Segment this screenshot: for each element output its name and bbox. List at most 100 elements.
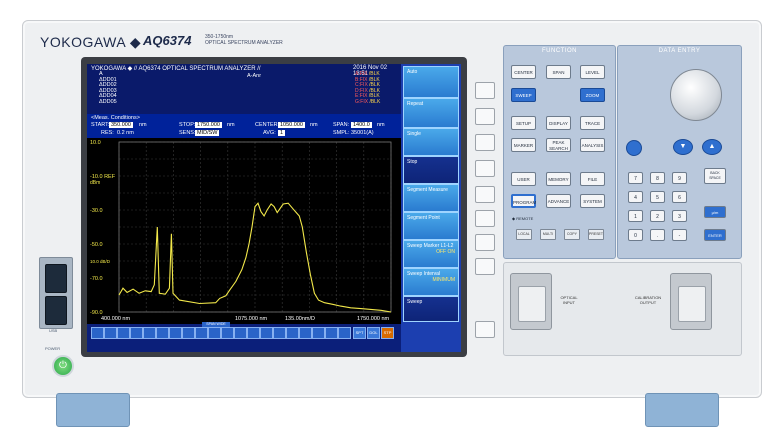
numkey-3[interactable]: 3 xyxy=(672,210,687,222)
softkey-button-8[interactable] xyxy=(475,258,495,275)
display-key[interactable]: DISPLAY xyxy=(546,116,571,130)
rotary-knob[interactable] xyxy=(670,69,722,121)
zoom-key[interactable]: ZOOM xyxy=(580,88,605,102)
screen-icon[interactable] xyxy=(169,327,182,339)
soft-key-menu: Auto Repeat Single Stop Segment Measure … xyxy=(401,64,461,352)
numkey-4[interactable]: 4 xyxy=(628,191,643,203)
trace-status-list: A:FIX /BLK B:FIX /BLK C:FIX /BLK D:FIX /… xyxy=(355,71,399,105)
optical-input-label: OPTICAL INPUT xyxy=(560,295,578,305)
screen-icon[interactable] xyxy=(325,327,338,339)
brand-logo: YOKOGAWA ◆ xyxy=(40,34,142,50)
y-scale-label: 10.0 dB/D xyxy=(90,259,111,264)
marker-key[interactable]: MARKER xyxy=(511,138,536,152)
level-key[interactable]: LEVEL xyxy=(580,65,605,79)
softkey-button-2[interactable] xyxy=(475,108,495,125)
peak-search-key[interactable]: PEAK SEARCH xyxy=(546,138,571,152)
screen-icon[interactable] xyxy=(247,327,260,339)
screen-icon[interactable] xyxy=(182,327,195,339)
softkey-segment-measure[interactable]: Segment Measure xyxy=(403,184,459,212)
softkey-button-5[interactable] xyxy=(475,186,495,203)
screen-icon[interactable] xyxy=(273,327,286,339)
softkey-button-9[interactable] xyxy=(475,321,495,338)
softkey-button-1[interactable] xyxy=(475,82,495,99)
backspace-key[interactable]: BACK SPACE xyxy=(704,168,726,184)
program-key[interactable]: PROGRAM xyxy=(511,194,536,208)
softkey-segment-point[interactable]: Segment Point xyxy=(403,212,459,240)
preset-key[interactable]: PRESET xyxy=(588,229,604,240)
status-spt: SPT xyxy=(353,327,366,339)
optical-input-port[interactable] xyxy=(510,273,552,330)
softkey-sub: MINIMUM xyxy=(432,277,456,283)
usb-port[interactable] xyxy=(45,264,67,293)
screen-icon[interactable] xyxy=(312,327,325,339)
screen-icon[interactable] xyxy=(208,327,221,339)
memory-key[interactable]: MEMORY xyxy=(546,172,571,186)
softkey-repeat[interactable]: Repeat xyxy=(403,98,459,128)
screen-icon[interactable] xyxy=(156,327,169,339)
status-dol: DOL xyxy=(367,327,380,339)
user-key[interactable]: USER xyxy=(511,172,536,186)
screen-icon[interactable] xyxy=(299,327,312,339)
numkey-5[interactable]: 5 xyxy=(650,191,665,203)
numkey-7[interactable]: 7 xyxy=(628,172,643,184)
softkey-button-7[interactable] xyxy=(475,234,495,251)
screen-icon[interactable] xyxy=(143,327,156,339)
softkey-auto[interactable]: Auto xyxy=(403,66,459,98)
softkey-stop[interactable]: Stop xyxy=(403,156,459,184)
screen-icon[interactable] xyxy=(338,327,351,339)
softkey-sweep[interactable]: Sweep xyxy=(403,296,459,322)
softkey-sweep-marker[interactable]: Sweep Marker L1-L2 OFF ON xyxy=(403,240,459,268)
usb-port[interactable] xyxy=(45,296,67,325)
numkey-minus[interactable]: - xyxy=(672,229,687,241)
screen-icon[interactable] xyxy=(91,327,104,339)
sweep-key[interactable]: SWEEP xyxy=(511,88,536,102)
down-arrow-button[interactable]: ▼ xyxy=(673,139,693,155)
trace-key[interactable]: TRACE xyxy=(580,116,605,130)
screen-icon[interactable] xyxy=(260,327,273,339)
power-button[interactable]: ⏻ xyxy=(52,355,74,377)
system-key[interactable]: SYSTEM xyxy=(580,194,605,208)
encoder-push-button[interactable] xyxy=(626,140,642,156)
softkey-button-3[interactable] xyxy=(475,134,495,151)
numkey-9[interactable]: 9 xyxy=(672,172,687,184)
screen-icon[interactable] xyxy=(130,327,143,339)
file-key[interactable]: FILE xyxy=(580,172,605,186)
screen-icon[interactable] xyxy=(221,327,234,339)
enter-key[interactable]: ENTER xyxy=(704,229,726,241)
numkey-0[interactable]: 0 xyxy=(628,229,643,241)
softkey-label: Stop xyxy=(407,159,418,165)
screen-icon[interactable] xyxy=(117,327,130,339)
advance-key[interactable]: ADVANCE xyxy=(546,194,571,208)
softkey-button-4[interactable] xyxy=(475,160,495,177)
center-key[interactable]: CENTER xyxy=(511,65,536,79)
model-name: AQ6374 xyxy=(143,33,192,48)
center-value: 1050.000 xyxy=(278,122,305,128)
analysis-key[interactable]: ANALYSIS xyxy=(580,138,605,152)
screen-icon[interactable] xyxy=(234,327,247,339)
screen-icon[interactable] xyxy=(286,327,299,339)
unit-key[interactable]: μ/m xyxy=(704,206,726,218)
numkey-2[interactable]: 2 xyxy=(650,210,665,222)
spectrum-chart: 10.0-10.0 REF-30.0-50.0-70.0-90.0dBm10.0… xyxy=(90,140,392,316)
numkey-8[interactable]: 8 xyxy=(650,172,665,184)
numkey-6[interactable]: 6 xyxy=(672,191,687,203)
softkey-button-6[interactable] xyxy=(475,210,495,227)
calibration-output-port[interactable] xyxy=(670,273,712,330)
screen-icon[interactable] xyxy=(104,327,117,339)
softkey-label: Segment Point xyxy=(407,215,440,221)
multi-key[interactable]: MULTI xyxy=(540,229,556,240)
screen-icon[interactable] xyxy=(195,327,208,339)
softkey-single[interactable]: Single xyxy=(403,128,459,156)
copy-key[interactable]: COPY xyxy=(564,229,580,240)
local-key[interactable]: LOCAL xyxy=(516,229,532,240)
chevron-up-icon: ▲ xyxy=(708,143,716,150)
trace-item: ΔDD05 xyxy=(99,98,117,105)
setup-key[interactable]: SETUP xyxy=(511,116,536,130)
numkey-1[interactable]: 1 xyxy=(628,210,643,222)
numkey-dot[interactable]: . xyxy=(650,229,665,241)
up-arrow-button[interactable]: ▲ xyxy=(702,139,722,155)
stop-value: 1750.000 xyxy=(195,122,222,128)
softkey-sweep-interval[interactable]: Sweep Interval MINIMUM xyxy=(403,268,459,296)
span-key[interactable]: SPAN xyxy=(546,65,571,79)
function-panel-title: FUNCTION xyxy=(542,48,577,54)
